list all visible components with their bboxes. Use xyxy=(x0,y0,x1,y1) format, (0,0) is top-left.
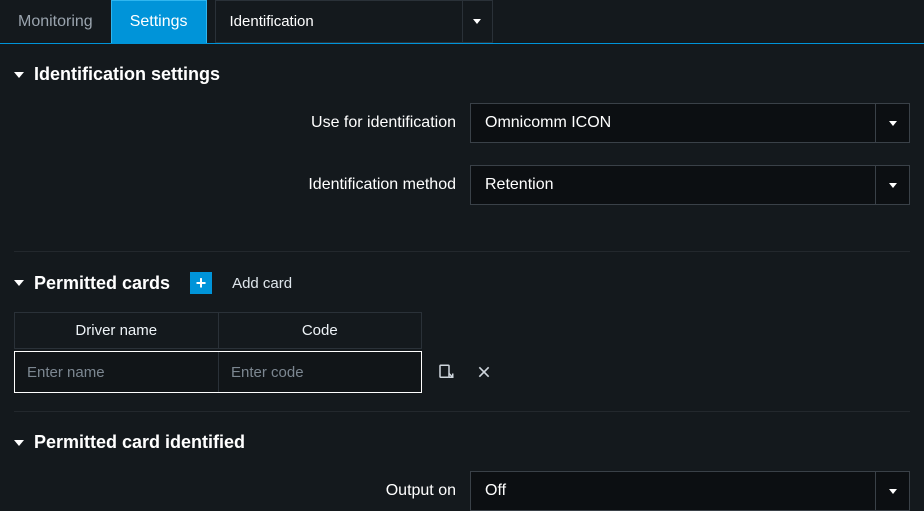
select-value: Off xyxy=(471,472,875,510)
chevron-down-icon xyxy=(14,280,24,286)
section-header-permitted-cards[interactable]: Permitted cards + Add card xyxy=(14,272,910,294)
section-title: Permitted card identified xyxy=(34,432,245,453)
section-permitted-card-identified: Permitted card identified Output on Off xyxy=(0,412,924,511)
top-tabs: Monitoring Settings Identification xyxy=(0,0,924,44)
chevron-down-icon[interactable] xyxy=(875,472,909,510)
scan-card-icon[interactable] xyxy=(432,363,460,381)
chevron-down-icon[interactable] xyxy=(875,104,909,142)
cards-table-header: Driver name Code xyxy=(14,312,422,349)
section-permitted-cards: Permitted cards + Add card Driver name C… xyxy=(0,252,924,397)
tab-settings[interactable]: Settings xyxy=(111,0,207,43)
settings-page-select[interactable]: Identification xyxy=(215,0,493,43)
col-driver-name: Driver name xyxy=(15,313,219,348)
section-title: Identification settings xyxy=(34,64,220,85)
select-value: Omnicomm ICON xyxy=(471,104,875,142)
settings-page-select-value: Identification xyxy=(216,1,462,42)
chevron-down-icon[interactable] xyxy=(875,166,909,204)
section-title: Permitted cards xyxy=(34,273,170,294)
row-output-on: Output on Off xyxy=(14,471,910,511)
add-card-button[interactable]: + xyxy=(190,272,212,294)
section-header-identification-settings[interactable]: Identification settings xyxy=(14,64,910,85)
remove-row-button[interactable] xyxy=(470,364,498,380)
plus-icon: + xyxy=(196,274,207,292)
table-row xyxy=(14,351,508,393)
row-identification-method: Identification method Retention xyxy=(14,165,910,205)
select-output-on[interactable]: Off xyxy=(470,471,910,511)
add-card-label: Add card xyxy=(232,275,292,292)
label-use-for-identification: Use for identification xyxy=(14,114,470,132)
label-identification-method: Identification method xyxy=(14,176,470,194)
section-header-permitted-card-identified[interactable]: Permitted card identified xyxy=(14,432,910,453)
chevron-down-icon[interactable] xyxy=(462,1,492,42)
code-input[interactable] xyxy=(219,352,442,392)
cards-row-inputs xyxy=(14,351,422,393)
row-use-for-identification: Use for identification Omnicomm ICON xyxy=(14,103,910,143)
label-output-on: Output on xyxy=(14,482,470,500)
chevron-down-icon xyxy=(14,440,24,446)
section-identification-settings: Identification settings Use for identifi… xyxy=(0,44,924,237)
driver-name-input[interactable] xyxy=(15,352,219,392)
select-value: Retention xyxy=(471,166,875,204)
col-code: Code xyxy=(219,313,422,348)
cards-table: Driver name Code xyxy=(14,312,910,393)
select-identification-method[interactable]: Retention xyxy=(470,165,910,205)
chevron-down-icon xyxy=(14,72,24,78)
tab-monitoring[interactable]: Monitoring xyxy=(0,0,111,43)
select-use-for-identification[interactable]: Omnicomm ICON xyxy=(470,103,910,143)
